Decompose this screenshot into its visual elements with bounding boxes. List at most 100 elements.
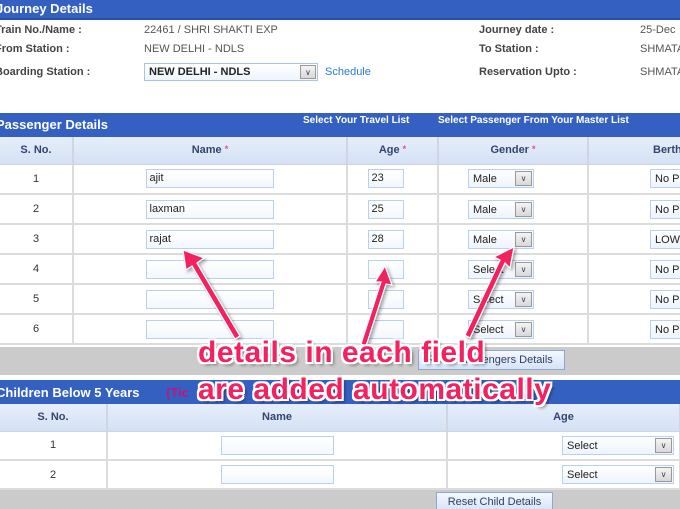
reset-child-button[interactable]: Reset Child Details	[436, 492, 553, 509]
col-sno-label: S. No.	[20, 144, 52, 157]
berth-value: No Pr	[655, 263, 680, 276]
passenger-age-input[interactable]	[367, 289, 404, 309]
passenger-berth-select[interactable]: No Pr	[650, 199, 680, 219]
col-age: Age *	[347, 137, 439, 165]
child-col-sno-label: S. No.	[37, 411, 69, 424]
passenger-berth-select[interactable]: No Pr	[650, 169, 680, 189]
col-name-label: Name	[191, 144, 222, 157]
boarding-station-label: Boarding Station :	[0, 66, 91, 78]
child-col-sno: S. No.	[0, 404, 108, 432]
sno-cell: 4	[0, 254, 74, 285]
passenger-details-title: Passenger Details	[0, 117, 109, 132]
passenger-gender-select[interactable]: Male ∨	[468, 199, 534, 219]
passenger-table: S. No. Name * Age * Gender * Berth 1 ajit…	[0, 137, 680, 345]
passenger-gender-select[interactable]: Select ∨	[468, 259, 534, 279]
name-cell	[73, 254, 348, 285]
passenger-berth-select[interactable]: LOW	[650, 229, 680, 249]
chevron-down-icon[interactable]: ∨	[655, 467, 672, 482]
to-station-value: SHMATA	[640, 43, 680, 55]
select-master-list-link[interactable]: Select Passenger From Your Master List	[438, 115, 629, 126]
passenger-berth-select[interactable]: No Pr	[650, 319, 680, 339]
age-cell: 23	[347, 164, 439, 195]
chevron-down-icon[interactable]: ∨	[515, 291, 532, 307]
journey-date-label: Journey date :	[479, 24, 555, 36]
passenger-age-input[interactable]	[367, 259, 404, 279]
berth-value: No Pr	[655, 293, 680, 306]
passenger-gender-select[interactable]: Male ∨	[468, 169, 534, 189]
child-age-select[interactable]: Select ∨	[562, 465, 674, 484]
serial-number: 3	[32, 233, 40, 245]
passenger-table-header: S. No. Name * Age * Gender * Berth	[0, 137, 680, 165]
chevron-down-icon[interactable]: ∨	[515, 321, 532, 337]
passenger-gender-select[interactable]: Male ∨	[468, 229, 534, 249]
child-age-cell: Select ∨	[447, 460, 680, 490]
passenger-row: 5 Select ∨ No Pr	[0, 284, 680, 315]
passenger-row: 4 Select ∨ No Pr	[0, 254, 680, 285]
passenger-berth-select[interactable]: No Pr	[650, 259, 680, 279]
age-cell: 25	[347, 194, 439, 225]
child-col-age: Age	[447, 404, 680, 432]
chevron-down-icon[interactable]: ∨	[515, 201, 532, 217]
passenger-name-input[interactable]: ajit	[145, 169, 274, 189]
passenger-name-input[interactable]: rajat	[145, 229, 274, 249]
gender-value: Select	[473, 263, 504, 276]
child-name-input[interactable]	[221, 435, 334, 455]
child-col-age-label: Age	[553, 411, 574, 424]
journey-details-header: Journey Details	[0, 0, 680, 20]
to-station-label: To Station :	[479, 43, 539, 55]
child-sno-cell: 1	[0, 431, 108, 461]
child-age-value: Select	[567, 439, 598, 452]
sno-cell: 6	[0, 314, 74, 345]
name-cell: ajit	[73, 164, 348, 195]
reservation-upto-value: SHMATA	[640, 66, 680, 78]
children-table: S. No. Name Age 1 Select ∨ 2 Select ∨	[0, 404, 680, 490]
passenger-row: 2 laxman 25 Male ∨ No Pr	[0, 194, 680, 225]
child-serial-number: 2	[49, 468, 57, 481]
from-station-label: From Station :	[0, 43, 70, 55]
gender-value: Male	[473, 173, 497, 186]
child-name-input[interactable]	[221, 465, 334, 484]
boarding-station-select[interactable]: NEW DELHI - NDLS ∨	[144, 63, 318, 81]
sno-cell: 5	[0, 284, 74, 315]
berth-cell: No Pr	[588, 314, 680, 345]
serial-number: 5	[32, 293, 40, 305]
child-age-select[interactable]: Select ∨	[562, 435, 674, 455]
chevron-down-icon[interactable]: ∨	[515, 171, 532, 187]
required-mark: *	[402, 144, 407, 155]
journey-details-title: Journey Details	[0, 1, 93, 16]
passenger-name-input[interactable]	[145, 289, 274, 309]
child-col-name-label: Name	[262, 411, 292, 424]
name-cell: rajat	[73, 224, 348, 255]
train-value: 22461 / SHRI SHAKTI EXP	[144, 24, 278, 36]
child-name-cell	[107, 431, 448, 461]
schedule-link[interactable]: Schedule	[325, 66, 371, 78]
serial-number: 1	[32, 172, 40, 185]
passenger-row: 1 ajit 23 Male ∨ No Pr	[0, 164, 680, 195]
children-table-header: S. No. Name Age	[0, 404, 680, 432]
gender-value: Male	[473, 233, 497, 246]
chevron-down-icon[interactable]: ∨	[515, 231, 532, 247]
gender-value: Select	[473, 323, 504, 336]
sno-cell: 2	[0, 194, 74, 225]
required-mark: *	[532, 144, 536, 155]
child-sno-cell: 2	[0, 460, 108, 490]
serial-number: 6	[32, 323, 40, 335]
passenger-berth-select[interactable]: No Pr	[650, 289, 680, 309]
train-label: Train No./Name :	[0, 24, 82, 36]
passenger-gender-select[interactable]: Select ∨	[468, 289, 534, 309]
chevron-down-icon[interactable]: ∨	[515, 261, 532, 277]
passenger-age-input[interactable]: 23	[367, 169, 404, 189]
select-travel-list-link[interactable]: Select Your Travel List	[303, 115, 409, 126]
passenger-age-input[interactable]: 28	[367, 229, 404, 249]
berth-cell: LOW	[588, 224, 680, 255]
annotation-line-1: details in each field	[198, 336, 486, 369]
chevron-down-icon[interactable]: ∨	[655, 437, 672, 453]
passenger-age-input[interactable]: 25	[367, 199, 404, 219]
passenger-name-input[interactable]	[145, 259, 274, 279]
col-sno: S. No.	[0, 137, 74, 165]
gender-cell: Male ∨	[438, 194, 589, 225]
serial-number: 4	[32, 263, 40, 275]
chevron-down-icon[interactable]: ∨	[300, 65, 316, 79]
berth-value: No Pr	[655, 173, 680, 186]
passenger-name-input[interactable]: laxman	[145, 199, 274, 219]
